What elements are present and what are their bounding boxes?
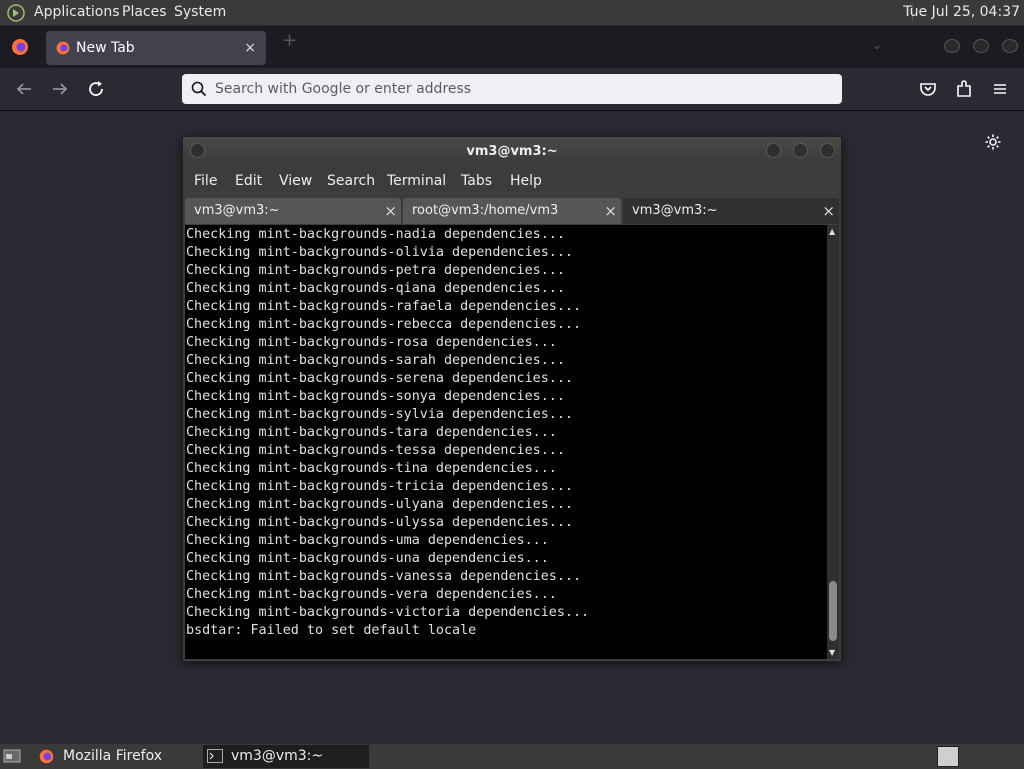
extensions-icon[interactable]	[952, 77, 976, 101]
tab-title: New Tab	[76, 40, 135, 56]
menu-view[interactable]: View	[279, 165, 312, 197]
terminal-line: Checking mint-backgrounds-uma dependenci…	[186, 533, 549, 548]
terminal-line: Checking mint-backgrounds-ulyssa depende…	[186, 515, 573, 530]
terminal-line: Checking mint-backgrounds-tina dependenc…	[186, 461, 557, 476]
terminal-line: Checking mint-backgrounds-una dependenci…	[186, 551, 549, 566]
terminal-tab-label: vm3@vm3:~	[194, 203, 280, 218]
bottom-panel: Mozilla Firefox vm3@vm3:~	[0, 743, 1024, 769]
terminal-titlebar[interactable]: vm3@vm3:~	[183, 137, 841, 165]
terminal-line: Checking mint-backgrounds-tricia depende…	[186, 479, 573, 494]
tab-new-tab[interactable]: New Tab ×	[46, 31, 266, 65]
terminal-text: Checking mint-backgrounds-nadia dependen…	[186, 226, 589, 640]
terminal-tab-bar: vm3@vm3:~ × root@vm3:/home/vm3 × vm3@vm3…	[183, 197, 841, 225]
terminal-line: Checking mint-backgrounds-petra dependen…	[186, 263, 565, 278]
taskbar-label: Mozilla Firefox	[63, 748, 163, 764]
search-icon	[191, 81, 207, 97]
terminal-line: Checking mint-backgrounds-tessa dependen…	[186, 443, 565, 458]
applications-menu[interactable]: Applications	[34, 0, 120, 25]
scrollbar-thumb[interactable]	[829, 581, 837, 641]
window-menu-button[interactable]	[190, 143, 205, 158]
scroll-down-icon[interactable]: ▼	[829, 648, 835, 657]
top-panel: Applications Places System Tue Jul 25, 0…	[0, 0, 1024, 26]
workspace-switcher[interactable]	[937, 746, 959, 767]
firefox-nav-bar: Search with Google or enter address	[0, 68, 1024, 111]
terminal-line: Checking mint-backgrounds-vera dependenc…	[186, 587, 557, 602]
terminal-line: Checking mint-backgrounds-victoria depen…	[186, 605, 590, 620]
terminal-icon	[207, 749, 223, 763]
firefox-favicon-icon	[56, 41, 70, 55]
terminal-maximize-button[interactable]	[793, 143, 808, 158]
gear-icon[interactable]	[984, 133, 1002, 151]
forward-arrow-icon[interactable]	[48, 77, 72, 101]
firefox-tab-strip: New Tab × + ⌄	[0, 26, 1024, 68]
menu-edit[interactable]: Edit	[235, 165, 262, 197]
address-bar[interactable]: Search with Google or enter address	[182, 74, 842, 104]
terminal-window: vm3@vm3:~ File Edit View Search Terminal…	[182, 136, 842, 662]
system-menu[interactable]: System	[174, 0, 226, 25]
terminal-minimize-button[interactable]	[766, 143, 781, 158]
close-icon[interactable]: ×	[604, 198, 617, 224]
terminal-tab-label: vm3@vm3:~	[632, 203, 718, 218]
menu-hamburger-icon[interactable]	[988, 77, 1012, 101]
terminal-menubar: File Edit View Search Terminal Tabs Help	[183, 165, 841, 197]
menu-search[interactable]: Search	[327, 165, 375, 197]
taskbar-label: vm3@vm3:~	[231, 748, 324, 764]
address-placeholder: Search with Google or enter address	[215, 81, 472, 97]
show-desktop-icon[interactable]	[3, 748, 21, 764]
maximize-window-button[interactable]	[973, 39, 989, 53]
terminal-tab-3[interactable]: vm3@vm3:~ ×	[623, 198, 839, 224]
clock[interactable]: Tue Jul 25, 04:37	[903, 0, 1020, 25]
window-title: vm3@vm3:~	[466, 144, 558, 159]
terminal-line: bsdtar: Failed to set default locale	[186, 623, 477, 638]
new-tab-button[interactable]: +	[282, 30, 297, 51]
menu-tabs[interactable]: Tabs	[461, 165, 492, 197]
menu-help[interactable]: Help	[510, 165, 542, 197]
taskbar-item-firefox[interactable]: Mozilla Firefox	[34, 745, 198, 768]
mate-logo-icon[interactable]	[6, 3, 26, 23]
back-arrow-icon[interactable]	[12, 77, 36, 101]
reload-icon[interactable]	[84, 77, 108, 101]
close-icon[interactable]: ×	[384, 198, 397, 224]
tab-close-icon[interactable]: ×	[244, 31, 256, 65]
firefox-icon	[39, 749, 54, 764]
list-tabs-icon[interactable]: ⌄	[872, 38, 882, 52]
minimize-window-button[interactable]	[944, 39, 960, 53]
terminal-tab-1[interactable]: vm3@vm3:~ ×	[185, 198, 401, 224]
terminal-line: Checking mint-backgrounds-qiana dependen…	[186, 281, 565, 296]
terminal-line: Checking mint-backgrounds-rosa dependenc…	[186, 335, 557, 350]
terminal-line: Checking mint-backgrounds-sylvia depende…	[186, 407, 573, 422]
menu-terminal[interactable]: Terminal	[387, 165, 446, 197]
places-menu[interactable]: Places	[122, 0, 167, 25]
firefox-view-icon[interactable]	[10, 37, 30, 57]
taskbar-item-terminal[interactable]: vm3@vm3:~	[203, 745, 369, 768]
terminal-close-button[interactable]	[820, 143, 835, 158]
terminal-line: Checking mint-backgrounds-rebecca depend…	[186, 317, 582, 332]
terminal-tab-2[interactable]: root@vm3:/home/vm3 ×	[403, 198, 621, 224]
terminal-line: Checking mint-backgrounds-ulyana depende…	[186, 497, 573, 512]
terminal-line: Checking mint-backgrounds-rafaela depend…	[186, 299, 582, 314]
terminal-scrollbar[interactable]: ▲ ▼	[827, 225, 839, 659]
terminal-line: Checking mint-backgrounds-tara dependenc…	[186, 425, 557, 440]
scroll-up-icon[interactable]: ▲	[829, 227, 835, 236]
terminal-line: Checking mint-backgrounds-serena depende…	[186, 371, 573, 386]
close-icon[interactable]: ×	[822, 198, 835, 224]
terminal-line: Checking mint-backgrounds-nadia dependen…	[186, 227, 565, 242]
terminal-output[interactable]: Checking mint-backgrounds-nadia dependen…	[185, 225, 827, 659]
terminal-line: Checking mint-backgrounds-vanessa depend…	[186, 569, 582, 584]
close-window-button[interactable]	[1002, 39, 1018, 53]
terminal-tab-label: root@vm3:/home/vm3	[412, 203, 559, 218]
menu-file[interactable]: File	[194, 165, 217, 197]
terminal-line: Checking mint-backgrounds-sarah dependen…	[186, 353, 565, 368]
terminal-line: Checking mint-backgrounds-sonya dependen…	[186, 389, 565, 404]
pocket-icon[interactable]	[916, 77, 940, 101]
terminal-line: Checking mint-backgrounds-olivia depende…	[186, 245, 573, 260]
